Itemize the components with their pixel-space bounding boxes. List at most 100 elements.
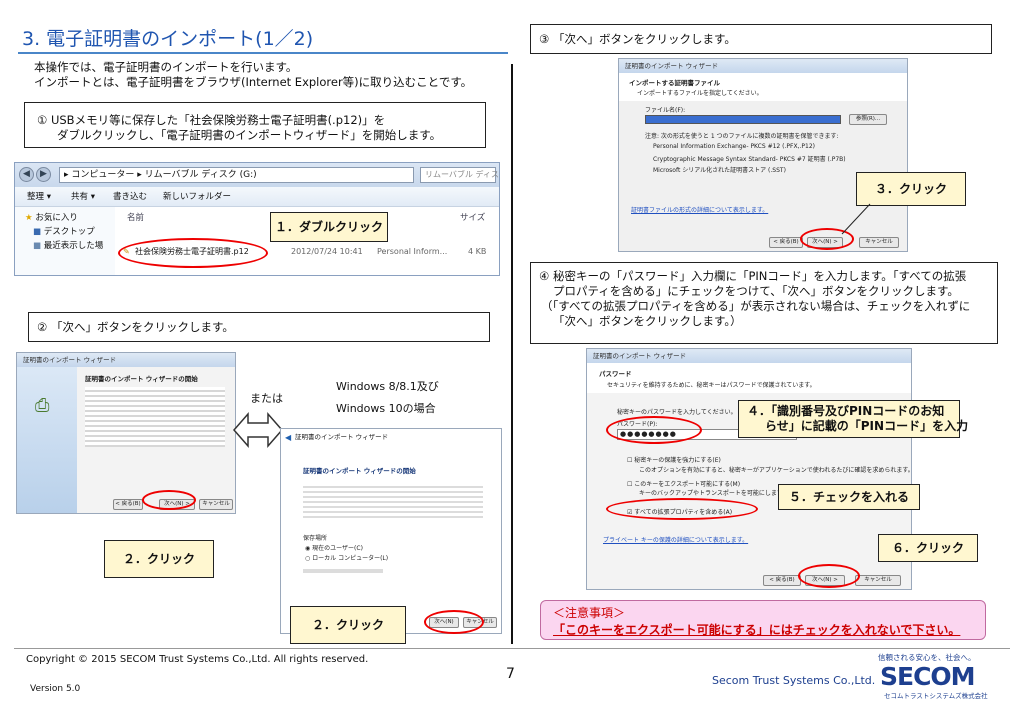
format-pkcs7: Cryptographic Message Syntax Standard- P… [653,156,846,163]
dialog-d-subheading: セキュリティを維持するために、秘密キーはパスワードで保護されています。 [607,382,816,389]
dialog-a-titlebar: 証明書のインポート ウィザード [17,353,235,367]
private-key-help-link[interactable]: プライベート キーの保護の詳細について表示します。 [603,535,748,544]
notice-title: ＜注意事項＞ [553,606,626,620]
step2-box: ② 「次へ」ボタンをクリックします。 [28,312,490,342]
browse-button[interactable]: 参照(R)... [849,114,887,125]
toolbar-new-folder[interactable]: 新しいフォルダー [163,187,231,207]
dialog-d-titlebar: 証明書のインポート ウィザード [587,349,911,363]
column-divider [511,64,513,644]
dialog-d-cancel-button[interactable]: キャンセル [855,575,901,586]
format-pkcs12: Personal Information Exchange- PKCS #12 … [653,143,815,150]
intro-text: 本操作では、電子証明書のインポートを行います。 インポートとは、電子証明書をブラ… [34,60,472,90]
file-name-input[interactable] [645,115,841,124]
dialog-d-back-button[interactable]: < 戻る(B) [763,575,801,586]
highlight-oval-checkbox [606,498,758,520]
column-name-header[interactable]: 名前 [127,211,144,223]
dialog-a-heading: 証明書のインポート ウィザードの開始 [85,375,198,383]
notice-box: ＜注意事項＞ 「このキーをエクスポート可能にする」にはチェックを入れないで下さい… [540,600,986,640]
callout-click-2b: ２．クリック [290,606,406,644]
wizard-sidebar: ⎙ [17,367,77,513]
callout-check: ５．チェックを入れる [778,484,920,510]
password-prompt: 秘密キーのパスワードを入力してください。 [617,409,737,416]
highlight-oval-next-d [798,564,860,588]
callout-3-pointer [841,203,871,235]
format-sst: Microsoft シリアル化された証明書ストア (.SST) [653,167,786,174]
dialog-c-header: インポートする証明書ファイル インポートするファイルを指定してください。 [619,73,907,101]
certificate-icon: ⎙ [35,395,50,416]
dialog-b-body-text [303,483,483,519]
exportable-desc: キーのバックアップやトランスポートを可能にします。 [639,490,789,497]
step1-box: ① USBメモリ等に保存した「社会保険労務士電子証明書(.p12)」を ダブルク… [24,102,486,148]
windows8-label-1: Windows 8/8.1及び [336,380,439,393]
step1-line-1: ① USBメモリ等に保存した「社会保険労務士電子証明書(.p12)」を [37,113,386,127]
dialog-c-heading: インポートする証明書ファイル [629,79,720,87]
step4-line-2: プロパティを含める」にチェックをつけて、「次へ」ボタンをクリックします。 [553,284,959,298]
address-input[interactable]: ▸ コンピューター ▸ リムーバブル ディスク (G:) [59,167,414,183]
import-wizard-win7: 証明書のインポート ウィザード ⎙ 証明書のインポート ウィザードの開始 < 戻… [16,352,236,514]
checkbox-exportable[interactable]: ☐ このキーをエクスポート可能にする(M) [627,479,740,488]
back-arrow-icon[interactable]: ◀ [19,167,34,182]
step4-line-1: ④ 秘密キーの「パスワード」入力欄に「PINコード」を入力します。「すべての拡張 [539,269,967,283]
toolbar-share[interactable]: 共有 ▾ [71,187,95,207]
strong-protection-desc: このオプションを有効にすると、秘密キーがアプリケーションで使われるたびに確認を求… [639,467,912,474]
dialog-b-hint [303,569,383,573]
desktop-icon: ■ [33,227,42,237]
callout-click-2a: ２．クリック [104,540,214,578]
double-arrow-icon [233,412,283,448]
dialog-a-cancel-button[interactable]: キャンセル [199,499,233,510]
back-icon[interactable]: ◀ [285,433,291,442]
file-type: Personal Inform... [377,247,448,256]
callout-double-click: １．ダブルクリック [270,212,388,242]
search-input[interactable]: リムーバブル ディス [420,167,499,183]
highlight-oval-file [118,238,268,268]
step4-box: ④ 秘密キーの「パスワード」入力欄に「PINコード」を入力します。「すべての拡張… [530,262,998,344]
step4-line-4: 「次へ」ボタンをクリックします。） [553,314,742,328]
title-underline [18,52,508,54]
callout-click-6: ６．クリック [878,534,978,562]
copyright-text: Copyright © 2015 SECOM Trust Systems Co.… [26,654,369,665]
explorer-toolbar: 整理 ▾ 共有 ▾ 書き込む 新しいフォルダー [15,187,499,207]
highlight-oval-next-b [424,610,484,634]
nav-recent[interactable]: ■ 最近表示した場 [25,239,115,253]
star-icon: ★ [25,213,33,223]
highlight-oval-password [606,416,702,444]
checkbox-strong-protection[interactable]: ☐ 秘密キーの保護を強力にする(E) [627,455,721,464]
format-help-link[interactable]: 証明書ファイルの形式の詳細について表示します。 [631,205,768,214]
nav-desktop[interactable]: ■ デスクトップ [25,225,115,239]
file-date: 2012/07/24 10:41 [291,247,363,256]
callout-enter-pin: ４．「識別番号及びPINコードのお知 らせ」に記載の「PINコード」を入力 [738,400,968,438]
column-size-header[interactable]: サイズ [460,211,485,223]
or-label: または [250,392,283,405]
highlight-oval-next-a [142,490,196,510]
dialog-c-titlebar: 証明書のインポート ウィザード [619,59,907,73]
intro-line-1: 本操作では、電子証明書のインポートを行います。 [34,60,298,74]
toolbar-organize[interactable]: 整理 ▾ [27,187,51,207]
notice-body: 「このキーをエクスポート可能にする」にはチェックを入れないで下さい。 [553,623,961,637]
step4-line-3: （「すべての拡張プロパティを含める」が表示されない場合は、チェックを入れずに [541,299,971,313]
callout-pin-line-2: らせ」に記載の「PINコード」を入力 [765,419,969,433]
dialog-b-heading: 証明書のインポート ウィザードの開始 [303,467,416,475]
step1-line-2: ダブルクリックし、「電子証明書のインポートウィザード」を開始します。 [57,128,442,142]
radio-current-user[interactable]: ◉ 現在のユーザー(C) [305,543,363,552]
nav-favorites[interactable]: ★ お気に入り [25,211,115,225]
dialog-c-subheading: インポートするファイルを指定してください。 [637,90,763,97]
import-wizard-win8: 証明書のインポート ウィザード ◀ 証明書のインポート ウィザードの開始 保存場… [280,428,502,634]
dialog-a-back-button[interactable]: < 戻る(B) [113,499,143,510]
version-text: Version 5.0 [30,684,81,694]
logo-subtitle: セコムトラストシステムズ株式会社 [884,692,988,700]
forward-arrow-icon[interactable]: ▶ [36,167,51,182]
file-size: 4 KB [468,247,487,256]
radio-local-machine[interactable]: ○ ローカル コンピューター(L) [305,553,388,562]
file-name-label: ファイル名(F): [645,107,686,114]
store-location-label: 保存場所 [303,535,328,542]
intro-line-2: インポートとは、電子証明書をブラウザ(Internet Explorer等)に取… [34,75,473,89]
secom-logo: SECOM [880,662,976,691]
toolbar-burn[interactable]: 書き込む [113,187,147,207]
page-title: 3. 電子証明書のインポート(1／2) [22,28,314,50]
dialog-b-titlebar: 証明書のインポート ウィザード [281,429,501,445]
dialog-c-back-button[interactable]: < 戻る(B) [769,237,803,248]
nav-pane: ★ お気に入り ■ デスクトップ ■ 最近表示した場 [15,207,115,275]
footer-rule [14,648,1010,649]
company-name: Secom Trust Systems Co.,Ltd. [712,674,876,687]
format-note: 注意: 次の形式を使うと 1 つのファイルに複数の証明書を保管できます: [645,133,839,140]
